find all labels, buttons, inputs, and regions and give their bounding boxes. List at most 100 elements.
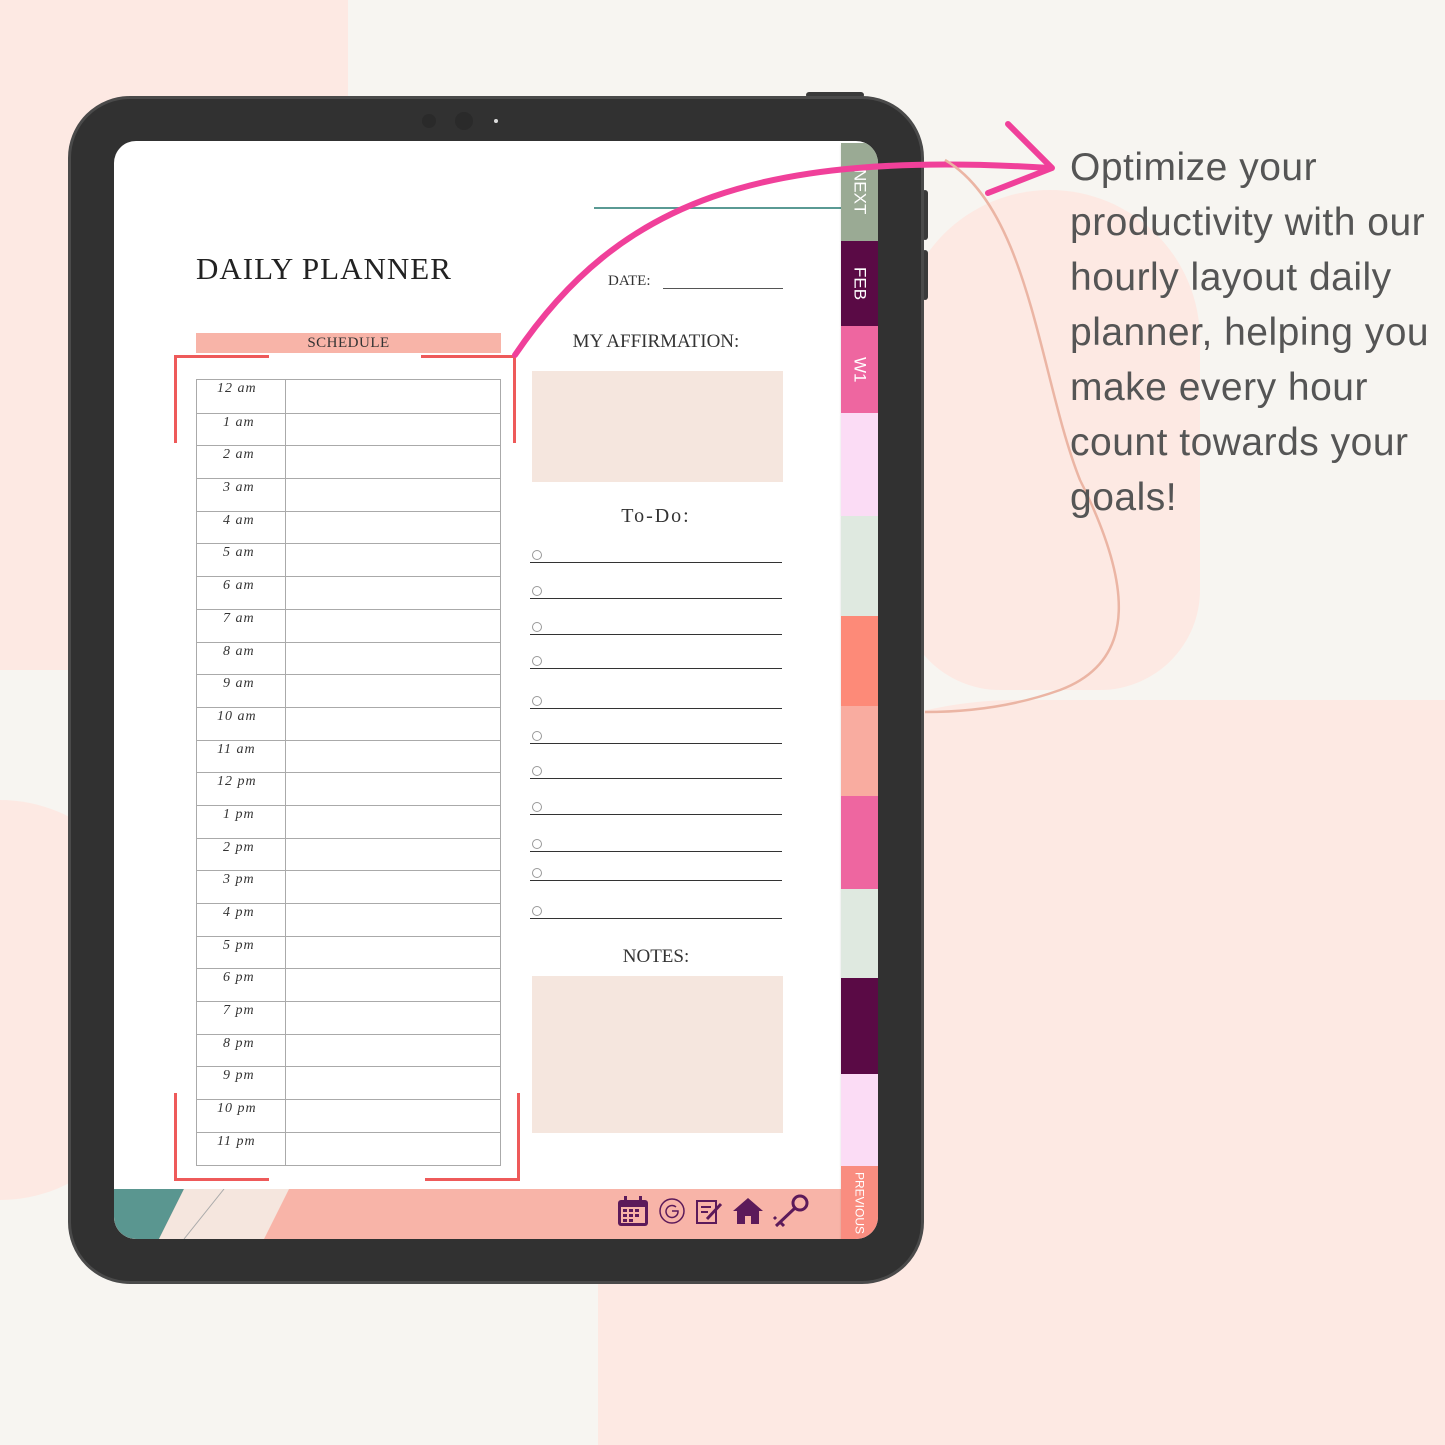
schedule-row: 10 am [197, 706, 500, 740]
tab-label: FEB [850, 266, 870, 301]
hour-label: 10 am [197, 707, 286, 740]
schedule-row: 7 am [197, 608, 500, 642]
divider [594, 207, 842, 209]
schedule-row: 12 pm [197, 772, 500, 805]
schedule-row: 6 pm [197, 968, 500, 1002]
schedule-row: 5 am [197, 543, 500, 577]
tab-section-7[interactable] [841, 796, 878, 889]
todo-item[interactable] [530, 547, 782, 563]
schedule-header: SCHEDULE [196, 333, 501, 353]
tab-section-3[interactable] [841, 413, 878, 516]
schedule-row: 5 pm [197, 935, 500, 969]
hour-entry-cell[interactable] [286, 1002, 500, 1034]
hour-label: 7 am [197, 609, 286, 642]
todo-item[interactable] [530, 728, 782, 744]
notes-edit-icon[interactable] [694, 1196, 724, 1226]
todo-item[interactable] [530, 619, 782, 635]
affirmation-label: MY AFFIRMATION: [572, 331, 740, 352]
tab-section-9[interactable] [841, 978, 878, 1074]
hour-entry-cell[interactable] [286, 512, 500, 544]
hour-entry-cell[interactable] [286, 544, 500, 576]
hour-entry-cell[interactable] [286, 675, 500, 707]
tab-previous[interactable]: PREVIOUS [841, 1166, 878, 1239]
hour-entry-cell[interactable] [286, 839, 500, 871]
side-tabs: NEXT FEB W1 PREVIOUS [841, 143, 878, 1239]
todo-checkbox[interactable] [532, 766, 542, 776]
hour-entry-cell[interactable] [286, 610, 500, 642]
hour-entry-cell[interactable] [286, 773, 500, 805]
tab-w1[interactable]: W1 [841, 326, 878, 413]
planner-screen: DAILY PLANNER SCHEDULE 12 am 1 am 2 am 3 am… [114, 141, 878, 1239]
hour-label: 11 am [197, 740, 286, 773]
todo-item[interactable] [530, 799, 782, 815]
home-icon[interactable] [732, 1196, 764, 1226]
camera [422, 114, 436, 128]
footer-icons [616, 1193, 810, 1229]
hour-entry-cell[interactable] [286, 871, 500, 903]
hour-entry-cell[interactable] [286, 479, 500, 511]
hour-entry-cell[interactable] [286, 643, 500, 675]
todo-item[interactable] [530, 693, 782, 709]
hour-label: 8 pm [197, 1034, 286, 1067]
tab-section-6[interactable] [841, 706, 878, 796]
notes-box[interactable] [532, 976, 783, 1133]
todo-checkbox[interactable] [532, 802, 542, 812]
hour-entry-cell[interactable] [286, 969, 500, 1001]
tab-next[interactable]: NEXT [841, 143, 878, 241]
tab-section-8[interactable] [841, 889, 878, 978]
tab-feb[interactable]: FEB [841, 241, 878, 326]
tab-section-5[interactable] [841, 616, 878, 706]
schedule-row: 8 am [197, 641, 500, 675]
hour-entry-cell[interactable] [286, 904, 500, 936]
schedule-row: 2 pm [197, 837, 500, 871]
key-icon[interactable] [772, 1193, 810, 1229]
todo-item[interactable] [530, 583, 782, 599]
date-input[interactable] [663, 288, 783, 289]
calendar-icon[interactable] [616, 1194, 650, 1228]
hour-label: 2 am [197, 446, 286, 479]
hour-label: 3 am [197, 479, 286, 511]
hour-label: 9 am [197, 675, 286, 707]
todo-item[interactable] [530, 653, 782, 669]
todo-checkbox[interactable] [532, 696, 542, 706]
affirmation-box[interactable] [532, 371, 783, 482]
page-title: DAILY PLANNER [196, 251, 452, 286]
todo-checkbox[interactable] [532, 731, 542, 741]
hour-label: 6 pm [197, 969, 286, 1002]
camera [455, 112, 473, 130]
hour-label: 8 am [197, 642, 286, 675]
schedule-row: 3 am [197, 478, 500, 511]
todo-checkbox[interactable] [532, 586, 542, 596]
todo-item[interactable] [530, 903, 782, 919]
todo-checkbox[interactable] [532, 656, 542, 666]
hour-entry-cell[interactable] [286, 741, 500, 773]
tab-section-10[interactable] [841, 1074, 878, 1166]
todo-item[interactable] [530, 763, 782, 779]
todo-item[interactable] [530, 865, 782, 881]
hour-entry-cell[interactable] [286, 1035, 500, 1067]
hour-entry-cell[interactable] [286, 937, 500, 969]
todo-checkbox[interactable] [532, 839, 542, 849]
hour-entry-cell[interactable] [286, 806, 500, 838]
arrow-head-icon [985, 121, 1055, 196]
todo-checkbox[interactable] [532, 906, 542, 916]
google-icon[interactable] [658, 1197, 686, 1225]
hour-label: 4 am [197, 511, 286, 544]
todo-checkbox[interactable] [532, 622, 542, 632]
tab-label: PREVIOUS [852, 1171, 867, 1234]
bracket [421, 355, 516, 443]
hour-label: 1 pm [197, 805, 286, 838]
headline-text: Optimize your productivity with our hour… [1070, 146, 1430, 519]
hour-entry-cell[interactable] [286, 708, 500, 740]
hour-label: 7 pm [197, 1002, 286, 1034]
hour-label: 6 am [197, 577, 286, 609]
schedule-row: 7 pm [197, 1001, 500, 1034]
hour-label: 3 pm [197, 871, 286, 903]
hour-entry-cell[interactable] [286, 577, 500, 609]
hour-entry-cell[interactable] [286, 446, 500, 478]
todo-label: To-Do: [621, 505, 691, 527]
todo-checkbox[interactable] [532, 550, 542, 560]
todo-item[interactable] [530, 836, 782, 852]
tab-section-4[interactable] [841, 516, 878, 616]
todo-checkbox[interactable] [532, 868, 542, 878]
